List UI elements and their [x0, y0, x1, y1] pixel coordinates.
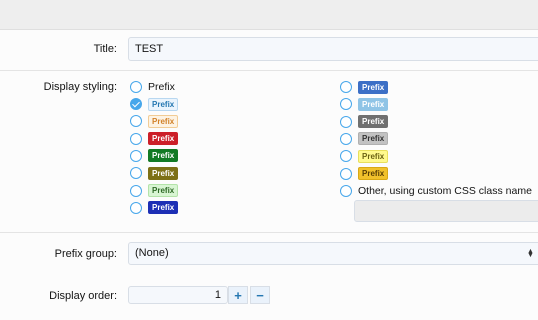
minus-icon: −	[256, 288, 264, 303]
styling-option[interactable]: Prefix	[130, 201, 179, 215]
prefix-badge: Prefix	[148, 97, 179, 111]
styling-option[interactable]: Prefix	[340, 167, 389, 181]
option-label: Prefix	[148, 81, 175, 93]
styling-option[interactable]: Prefix	[130, 184, 179, 198]
radio-button[interactable]	[130, 81, 142, 93]
radio-button[interactable]	[340, 115, 352, 128]
styling-option-plain[interactable]: Prefix	[130, 80, 175, 94]
radio-button[interactable]	[130, 201, 142, 214]
radio-button[interactable]	[130, 167, 142, 180]
display-order-input[interactable]: 1	[128, 286, 228, 304]
prefix-group-select[interactable]: (None) ▲▼	[128, 242, 538, 265]
prefix-badge: Prefix	[358, 167, 389, 180]
styling-option[interactable]: Prefix	[340, 80, 389, 94]
checked-radio-icon[interactable]	[130, 98, 142, 110]
styling-option[interactable]: Prefix	[130, 149, 179, 163]
radio-button[interactable]	[130, 115, 142, 128]
prefix-badge: Prefix	[148, 149, 179, 163]
styling-option[interactable]: Prefix	[340, 132, 389, 146]
styling-option[interactable]: Prefix	[340, 149, 389, 163]
radio-button[interactable]	[340, 167, 352, 180]
prefix-badge: Prefix	[148, 132, 179, 146]
prefix-badge: Prefix	[358, 149, 389, 163]
styling-option[interactable]: Prefix	[130, 114, 179, 128]
styling-option-custom[interactable]: Other, using custom CSS class name	[340, 184, 532, 198]
prefix-badge: Prefix	[358, 132, 389, 146]
prefix-badge: Prefix	[358, 97, 389, 111]
form-panel	[0, 29, 538, 320]
display-styling-label: Display styling:	[43, 81, 117, 93]
title-label: Title:	[93, 43, 117, 55]
increment-button[interactable]: +	[228, 286, 248, 304]
styling-option[interactable]: Prefix	[340, 97, 389, 111]
styling-option[interactable]: Prefix	[130, 132, 179, 146]
display-order-label: Display order:	[49, 290, 117, 302]
prefix-badge: Prefix	[358, 80, 389, 94]
prefix-group-value: (None)	[135, 247, 169, 259]
radio-button[interactable]	[340, 98, 352, 111]
title-input[interactable]: TEST	[128, 37, 538, 61]
radio-button[interactable]	[340, 81, 352, 93]
separator	[0, 232, 538, 233]
styling-option[interactable]: Prefix	[130, 97, 179, 111]
styling-option[interactable]: Prefix	[340, 115, 389, 129]
radio-button[interactable]	[340, 185, 352, 197]
radio-button[interactable]	[340, 150, 352, 163]
separator	[0, 70, 538, 71]
prefix-group-label: Prefix group:	[54, 248, 117, 260]
radio-button[interactable]	[130, 132, 142, 145]
custom-css-class-input[interactable]	[354, 200, 538, 222]
plus-icon: +	[234, 288, 242, 303]
radio-button[interactable]	[340, 132, 352, 145]
styling-option[interactable]: Prefix	[130, 166, 179, 180]
select-arrows-icon: ▲▼	[527, 248, 534, 259]
prefix-badge: Prefix	[148, 114, 179, 128]
prefix-badge: Prefix	[358, 115, 389, 129]
prefix-badge: Prefix	[148, 201, 179, 215]
decrement-button[interactable]: −	[250, 286, 270, 304]
radio-button[interactable]	[130, 149, 142, 162]
top-bar	[0, 0, 538, 29]
prefix-badge: Prefix	[148, 184, 179, 197]
radio-button[interactable]	[130, 184, 142, 197]
option-label: Other, using custom CSS class name	[358, 185, 532, 197]
prefix-badge: Prefix	[148, 166, 179, 180]
